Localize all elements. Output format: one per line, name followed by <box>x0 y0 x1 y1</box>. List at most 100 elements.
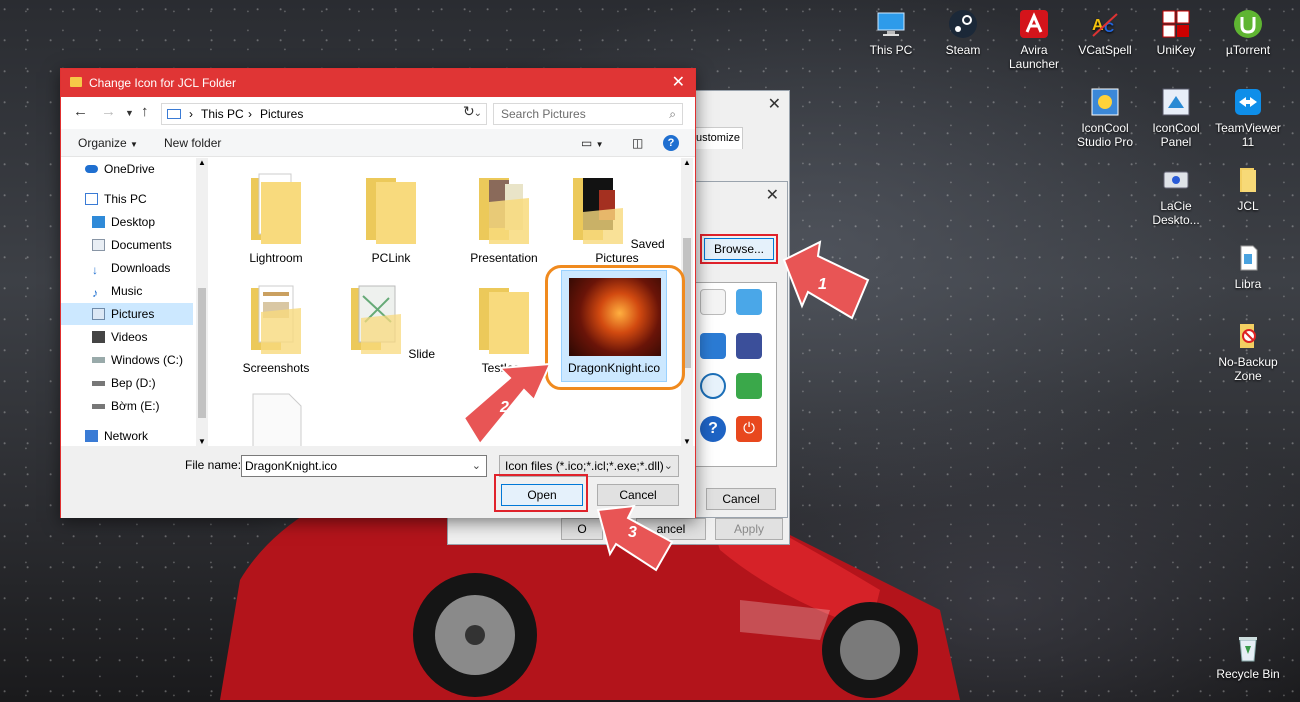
recycle-bin-icon <box>1239 637 1257 662</box>
breadcrumb-sep: › <box>248 107 252 121</box>
help-icon[interactable]: ? <box>663 135 679 151</box>
folder-item[interactable]: PCLink <box>341 172 441 265</box>
utorrent-icon <box>1234 10 1262 38</box>
dialog-title: Change Icon for JCL Folder <box>89 76 236 90</box>
folder-with-slides-icon <box>350 285 401 354</box>
desktop-icon-libra[interactable]: Libra <box>1211 242 1285 291</box>
view-options-icon[interactable]: ▭ ▼ <box>581 136 604 150</box>
breadcrumb-pictures[interactable]: Pictures <box>260 104 303 124</box>
file-name-label: File name: <box>185 458 242 472</box>
forward-arrow-icon[interactable]: → <box>101 103 116 120</box>
desktop-icon-teamviewer[interactable]: TeamViewer 11 <box>1211 86 1285 149</box>
desktop-icon-lacie[interactable]: LaCie Deskto... <box>1139 164 1213 227</box>
nav-item-pictures[interactable]: Pictures <box>61 303 193 325</box>
chevron-down-icon[interactable]: ⌄ <box>474 104 482 124</box>
nav-item-this-pc[interactable]: This PC <box>85 188 147 210</box>
apply-button[interactable]: Apply <box>715 518 783 540</box>
nav-item-desktop[interactable]: Desktop <box>92 211 155 233</box>
desktop-icon-no-backup-zone[interactable]: No-Backup Zone <box>1211 320 1285 383</box>
steam-icon <box>949 10 977 38</box>
pictures-icon <box>92 308 105 320</box>
desktop-icon-jcl[interactable]: JCL <box>1211 164 1285 213</box>
unikey-icon <box>1162 10 1190 38</box>
preview-pane-icon[interactable]: ◫ <box>632 136 643 150</box>
search-input[interactable]: Search Pictures ⌕ <box>493 103 683 125</box>
scroll-down-icon[interactable]: ▼ <box>681 437 693 446</box>
desktop-icon-avira[interactable]: Avira Launcher <box>997 8 1071 71</box>
organize-button[interactable]: Organize ▼ <box>78 136 138 150</box>
scroll-up-icon[interactable]: ▲ <box>196 158 208 167</box>
address-bar[interactable]: › This PC › Pictures ⌄ <box>161 103 487 125</box>
cancel-button[interactable]: Cancel <box>597 484 679 506</box>
power-icon[interactable]: ⏻ <box>736 416 762 442</box>
drive-icon[interactable] <box>736 289 762 315</box>
nav-item-bep-d[interactable]: Bep (D:) <box>92 372 156 394</box>
nav-item-windows-c[interactable]: Windows (C:) <box>92 349 183 371</box>
close-icon[interactable]: ✕ <box>672 69 685 97</box>
desktop-icon-unikey[interactable]: UniKey <box>1139 8 1213 57</box>
help-circle-icon[interactable]: ? <box>700 416 726 442</box>
drive-icon <box>92 404 105 409</box>
cloud-icon <box>85 165 98 173</box>
green-arrow-icon[interactable] <box>736 373 762 399</box>
file-name-input[interactable]: DragonKnight.ico ⌄ <box>241 455 487 477</box>
nav-item-music[interactable]: ♪ Music <box>92 280 142 302</box>
file-item-partial[interactable] <box>226 390 326 446</box>
folder-item[interactable]: Saved Pictures <box>567 172 667 265</box>
desktop-icon-steam[interactable]: Steam <box>926 8 1000 57</box>
open-button-highlight <box>494 474 588 512</box>
clock-file-icon[interactable] <box>700 289 726 315</box>
nav-item-documents[interactable]: Documents <box>92 234 172 256</box>
nav-item-network[interactable]: Network <box>85 425 148 446</box>
folder-item[interactable]: Lightroom <box>226 172 326 265</box>
desktop-icon-iconcool-panel[interactable]: IconCool Panel <box>1139 86 1213 149</box>
documents-icon <box>92 239 105 251</box>
close-icon[interactable]: ✕ <box>768 94 781 114</box>
desktop-icon-vcatspell[interactable]: AC VCatSpell <box>1068 8 1142 57</box>
icon-picker-grid[interactable]: ? ⏻ <box>695 282 777 467</box>
back-arrow-icon[interactable]: ← <box>73 103 88 120</box>
this-pc-icon <box>167 109 181 119</box>
new-folder-button[interactable]: New folder <box>164 136 221 150</box>
scroll-thumb[interactable] <box>198 288 206 418</box>
no-backup-folder-icon <box>1240 324 1256 348</box>
address-row: ← → ▼ ↑ › This PC › Pictures ⌄ ↻ Search … <box>61 97 695 129</box>
folder-icon <box>479 288 529 354</box>
search-icon: ⌕ <box>669 107 676 121</box>
annotation-number-2: 2 <box>500 399 509 416</box>
monitor-icon[interactable] <box>700 333 726 359</box>
nav-scrollbar[interactable]: ▲ ▼ <box>196 158 208 446</box>
scroll-up-icon[interactable]: ▲ <box>681 158 693 167</box>
scroll-down-icon[interactable]: ▼ <box>196 437 208 446</box>
cancel-button[interactable]: Cancel <box>706 488 776 510</box>
nav-item-onedrive[interactable]: OneDrive <box>85 158 155 180</box>
up-arrow-icon[interactable]: ↑ <box>141 103 149 120</box>
close-icon[interactable]: ✕ <box>766 185 779 205</box>
breadcrumb-this-pc[interactable]: This PC <box>201 104 244 124</box>
dropdown-history-icon[interactable]: ▼ <box>125 108 134 118</box>
folder-icon <box>251 173 301 244</box>
folder-item[interactable]: Slide <box>341 282 441 361</box>
magnifier-icon[interactable] <box>700 373 726 399</box>
music-note-icon: ♪ <box>92 286 98 300</box>
chevron-down-icon: ▼ <box>130 140 138 149</box>
desktop-icon-this-pc[interactable]: This PC <box>854 8 928 57</box>
nav-item-bom-e[interactable]: Bờm (E:) <box>92 395 160 417</box>
nav-item-downloads[interactable]: ↓ Downloads <box>92 257 170 279</box>
desktop-icon-iconcool-studio[interactable]: IconCool Studio Pro <box>1068 86 1142 149</box>
folder-with-screenshots-icon <box>251 285 301 354</box>
cube-icon[interactable] <box>736 333 762 359</box>
folder-item[interactable]: Presentation <box>454 172 554 265</box>
lacie-drive-icon <box>1163 171 1189 189</box>
folder-item[interactable]: Screenshots <box>226 282 326 375</box>
tab-customize[interactable]: ustomize <box>693 127 743 149</box>
desktop-icon-utorrent[interactable]: µTorrent <box>1211 8 1285 57</box>
chevron-down-icon[interactable]: ⌄ <box>472 456 481 476</box>
desktop-icon-recycle-bin[interactable]: Recycle Bin <box>1211 632 1285 681</box>
teamviewer-icon <box>1235 89 1261 115</box>
folder-with-photos-icon <box>479 178 529 244</box>
refresh-icon[interactable]: ↻ <box>463 103 475 120</box>
computer-icon <box>877 12 905 36</box>
annotation-number-3: 3 <box>628 524 637 541</box>
nav-item-videos[interactable]: Videos <box>92 326 147 348</box>
